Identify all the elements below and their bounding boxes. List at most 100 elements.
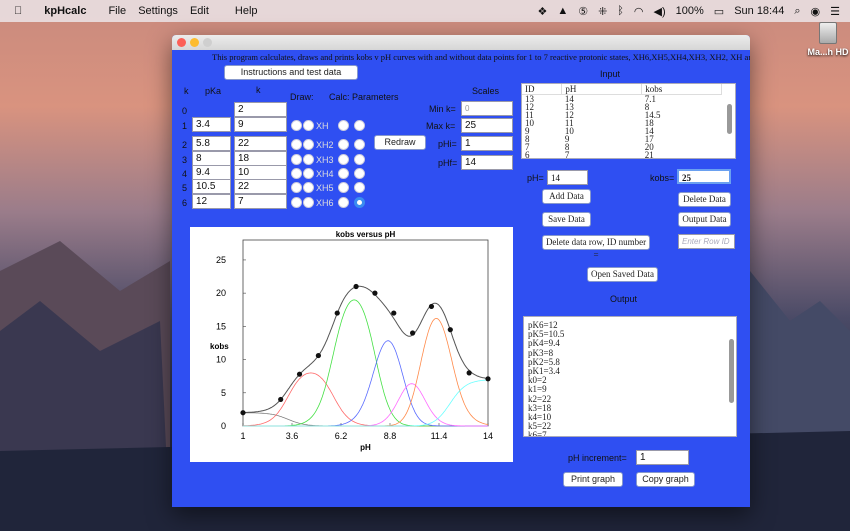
table-row[interactable]: 10 11 18 [522, 119, 722, 128]
volume-icon[interactable]: ◀) [654, 5, 666, 18]
calc-radio-b[interactable] [354, 182, 365, 193]
apple-icon[interactable]:  [14, 5, 22, 17]
calc-radio-a[interactable] [338, 154, 349, 165]
add-data-button[interactable]: Add Data [542, 189, 591, 204]
calc-radio-a[interactable] [338, 168, 349, 179]
drive-icon[interactable]: ▲ [557, 5, 568, 17]
calc-radio-b[interactable] [354, 168, 365, 179]
k-input[interactable]: 2 [234, 102, 287, 117]
draw-radio-b[interactable] [303, 139, 314, 150]
row-index: 5 [182, 183, 188, 193]
siri-icon[interactable]: ◉ [811, 5, 821, 18]
output-box[interactable]: pK6=12 pK5=10.5 pK4=9.4 pK3=8 pK2=5.8 pK1=3.4… [523, 316, 737, 437]
col-kobs[interactable]: kobs [641, 84, 722, 95]
min-k-input[interactable]: 0 [461, 101, 513, 116]
shield-icon[interactable]: ⑤ [578, 5, 588, 18]
battery-icon[interactable]: ▭ [714, 5, 724, 18]
save-data-button[interactable]: Save Data [542, 212, 591, 227]
max-k-input[interactable]: 25 [461, 118, 513, 133]
search-icon[interactable]: ⌕ [794, 5, 800, 18]
table-row[interactable]: 12 13 8 [522, 103, 722, 112]
k-input[interactable]: 7 [234, 194, 287, 209]
minimize-button[interactable] [190, 38, 199, 47]
draw-radio-a[interactable] [291, 120, 302, 131]
menu-help[interactable]: Help [235, 5, 258, 17]
zoom-button[interactable] [203, 38, 212, 47]
dropbox-icon[interactable]: ❖ [537, 5, 547, 18]
output-data-button[interactable]: Output Data [678, 212, 731, 227]
table-row[interactable]: 6 7 21 [522, 151, 722, 159]
calc-radio-b[interactable] [354, 120, 365, 131]
pka-input[interactable]: 9.4 [192, 165, 231, 180]
table-row[interactable]: 13 14 7.1 [522, 95, 722, 104]
menu-app[interactable]: kpHcalc [44, 5, 86, 17]
table-row[interactable]: 9 10 14 [522, 127, 722, 136]
ph-input[interactable]: 14 [547, 170, 588, 185]
phf-input[interactable]: 14 [461, 155, 513, 170]
print-graph-button[interactable]: Print graph [563, 472, 623, 487]
redraw-button[interactable]: Redraw [374, 135, 426, 150]
pka-input[interactable]: 8 [192, 151, 231, 166]
k-input[interactable]: 22 [234, 179, 287, 194]
k-input[interactable]: 9 [234, 117, 287, 132]
calc-radio-a[interactable] [338, 120, 349, 131]
header-pka: pKa [205, 86, 222, 96]
draw-radio-a[interactable] [291, 168, 302, 179]
close-button[interactable] [177, 38, 186, 47]
grid-icon[interactable]: ⁜ [598, 5, 607, 18]
clock[interactable]: Sun 18:44 [734, 5, 784, 17]
pka-input[interactable]: 12 [192, 194, 231, 209]
row-id-input[interactable]: Enter Row ID [678, 234, 735, 249]
col-ph[interactable]: pH [561, 84, 643, 95]
draw-radio-b[interactable] [303, 197, 314, 208]
table-row[interactable]: 8 9 17 [522, 135, 722, 144]
draw-radio-b[interactable] [303, 168, 314, 179]
phi-input[interactable]: 1 [461, 136, 513, 151]
calc-radio-b[interactable] [354, 139, 365, 150]
k-input[interactable]: 22 [234, 136, 287, 151]
input-scrollbar[interactable] [727, 104, 732, 134]
draw-radio-a[interactable] [291, 197, 302, 208]
species-label: XH4 [316, 169, 334, 179]
draw-radio-b[interactable] [303, 154, 314, 165]
data-point [334, 310, 340, 316]
draw-radio-a[interactable] [291, 182, 302, 193]
calc-radio-b[interactable] [354, 154, 365, 165]
k-input[interactable]: 10 [234, 165, 287, 180]
wifi-icon[interactable]: ◠ [634, 5, 644, 18]
battery-percent[interactable]: 100% [676, 5, 704, 17]
draw-radio-b[interactable] [303, 120, 314, 131]
pka-input[interactable]: 5.8 [192, 136, 231, 151]
pka-input[interactable]: 3.4 [192, 117, 231, 132]
copy-graph-button[interactable]: Copy graph [636, 472, 695, 487]
input-title: Input [600, 69, 621, 79]
menu-file[interactable]: File [108, 5, 126, 17]
draw-radio-a[interactable] [291, 154, 302, 165]
calc-radio-b[interactable] [354, 197, 365, 208]
delete-data-button[interactable]: Delete Data [678, 192, 731, 207]
ph-increment-input[interactable]: 1 [636, 450, 689, 465]
pka-input[interactable]: 10.5 [192, 179, 231, 194]
draw-radio-b[interactable] [303, 182, 314, 193]
k-input[interactable]: 18 [234, 151, 287, 166]
notification-center-icon[interactable]: ☰ [830, 5, 840, 18]
calc-radio-a[interactable] [338, 139, 349, 150]
calc-radio-a[interactable] [338, 197, 349, 208]
menu-settings[interactable]: Settings [138, 5, 178, 17]
col-id[interactable]: ID [522, 84, 563, 95]
draw-radio-a[interactable] [291, 139, 302, 150]
output-line: pK1=3.4 [528, 366, 560, 377]
title-bar[interactable] [172, 35, 750, 50]
bluetooth-icon[interactable]: ᛒ [617, 5, 624, 17]
input-table[interactable]: ID pH kobs 13 14 7.1 12 13 8 11 12 14.5 10 11 18 9 10… [521, 83, 736, 159]
table-row[interactable]: 7 8 20 [522, 143, 722, 152]
menu-edit[interactable]: Edit [190, 5, 209, 17]
output-scrollbar[interactable] [729, 339, 734, 403]
open-saved-data-button[interactable]: Open Saved Data [587, 267, 658, 282]
calc-radio-a[interactable] [338, 182, 349, 193]
desktop-drive[interactable]: Ma...h HD [806, 22, 850, 57]
instructions-button[interactable]: Instructions and test data [224, 65, 358, 80]
table-row[interactable]: 11 12 14.5 [522, 111, 722, 120]
delete-row-button[interactable]: Delete data row, ID number = [542, 235, 650, 260]
kobs-input[interactable]: 25 [677, 169, 731, 184]
